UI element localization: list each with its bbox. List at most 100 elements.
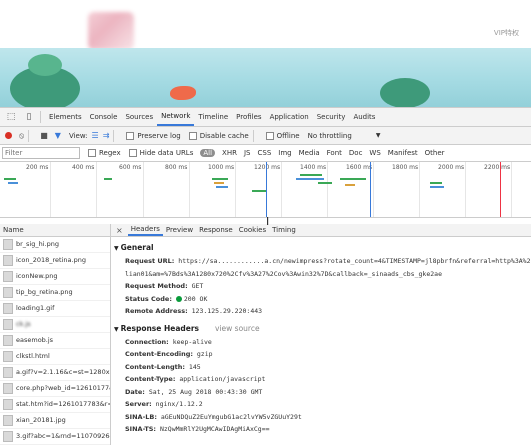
text-cursor-icon: I xyxy=(266,215,270,228)
request-name: icon_2018_retina.png xyxy=(16,256,86,264)
file-icon xyxy=(3,303,13,314)
header-key: Date: xyxy=(125,387,145,396)
request-name: loading1.gif xyxy=(16,304,55,312)
request-row[interactable]: iconNew.png xyxy=(0,269,110,285)
request-row[interactable]: 3.gif?abc=1&rnd=1107092649 xyxy=(0,429,110,445)
divider xyxy=(40,111,41,123)
network-overview-timeline[interactable]: 200 ms 400 ms 600 ms 800 ms 1000 ms 1200… xyxy=(0,162,531,218)
checkbox-icon xyxy=(128,149,137,157)
tab-cookies[interactable]: Cookies xyxy=(236,226,269,234)
inspect-icon[interactable]: ⬚ xyxy=(4,110,18,124)
filter-type-ws[interactable]: WS xyxy=(369,149,380,157)
tab-headers[interactable]: Headers xyxy=(127,224,163,236)
response-headers-section-header[interactable]: ▼ Response Headers view source xyxy=(114,324,531,333)
request-row[interactable]: easemob.js xyxy=(0,333,110,349)
preserve-log-checkbox[interactable]: Preserve log xyxy=(126,131,181,140)
filter-type-doc[interactable]: Doc xyxy=(349,149,363,157)
filter-type-manifest[interactable]: Manifest xyxy=(388,149,418,157)
request-name: stat.htm?id=1261017783&r=... xyxy=(16,400,110,408)
camera-icon[interactable]: ■ xyxy=(40,131,48,140)
waterfall-bar xyxy=(318,182,332,184)
request-url-value-1: https://sa............a.cn/newimpress?ro… xyxy=(178,257,531,265)
vip-link[interactable]: VIP特权 xyxy=(494,28,519,38)
request-name: iconNew.png xyxy=(16,272,58,280)
tab-network[interactable]: Network xyxy=(157,108,195,126)
timeline-tick-label: 2200 ms xyxy=(484,164,511,171)
timeline-tick-label: 2000 ms xyxy=(438,164,465,171)
filter-type-css[interactable]: CSS xyxy=(258,149,272,157)
waterfall-bar xyxy=(214,182,224,184)
tab-console[interactable]: Console xyxy=(86,108,122,126)
status-dot-icon xyxy=(175,295,182,302)
name-column-header[interactable]: Name xyxy=(0,224,110,237)
request-row[interactable]: stat.htm?id=1261017783&r=... xyxy=(0,397,110,413)
tab-timeline[interactable]: Timeline xyxy=(194,108,232,126)
tab-timing[interactable]: Timing xyxy=(269,226,299,234)
filter-type-other[interactable]: Other xyxy=(425,149,445,157)
timeline-tick-label: 1600 ms xyxy=(346,164,373,171)
lotus-leaf-3 xyxy=(380,78,430,107)
tab-profiles[interactable]: Profiles xyxy=(232,108,265,126)
request-method-row: Request Method: GET xyxy=(125,280,531,293)
request-name: 3.gif?abc=1&rnd=1107092649 xyxy=(16,432,110,440)
request-row[interactable]: a.gif?v=2.1.16&c=st=1280x7... xyxy=(0,365,110,381)
filter-icon[interactable]: ▼ xyxy=(55,131,61,140)
request-row[interactable]: icon_2018_retina.png xyxy=(0,253,110,269)
file-icon xyxy=(3,415,13,426)
throttling-select[interactable]: No throttling ▼ xyxy=(308,132,381,140)
header-value: Sat, 25 Aug 2018 00:43:30 GMT xyxy=(148,387,263,396)
tab-sources[interactable]: Sources xyxy=(121,108,157,126)
divider xyxy=(252,129,254,142)
tab-elements[interactable]: Elements xyxy=(45,108,86,126)
tab-response[interactable]: Response xyxy=(196,226,236,234)
request-row[interactable]: tip_bg_retina.png xyxy=(0,285,110,301)
clear-icon[interactable]: ⦸ xyxy=(19,131,24,141)
response-header-row: Content-Type: application/javascript xyxy=(125,373,531,386)
waterfall-bar xyxy=(345,184,355,186)
hide-data-urls-checkbox[interactable]: Hide data URLs xyxy=(128,149,193,157)
status-code-row: Status Code: 200 OK xyxy=(125,293,531,306)
file-icon xyxy=(3,239,13,250)
request-row[interactable]: loading1.gif xyxy=(0,301,110,317)
offline-checkbox[interactable]: Offline xyxy=(265,131,300,140)
regex-checkbox[interactable]: Regex xyxy=(88,149,121,157)
tab-audits[interactable]: Audits xyxy=(349,108,379,126)
filter-type-media[interactable]: Media xyxy=(299,149,320,157)
disable-cache-checkbox[interactable]: Disable cache xyxy=(188,131,249,140)
request-row[interactable]: br_sig_hi.png xyxy=(0,237,110,253)
general-section-header[interactable]: ▼ General xyxy=(114,243,531,252)
header-value: nginx/1.12.2 xyxy=(155,400,203,408)
tab-preview[interactable]: Preview xyxy=(163,226,196,234)
filter-type-font[interactable]: Font xyxy=(327,149,342,157)
tab-security[interactable]: Security xyxy=(313,108,350,126)
request-row[interactable]: core.php?web_id=12610177&... xyxy=(0,381,110,397)
record-icon[interactable] xyxy=(5,132,12,139)
response-header-row: SINA-TS: NzQwMmRlY2UgMCAwIDAgMiAxCg== xyxy=(125,423,531,436)
file-icon xyxy=(3,399,13,410)
large-rows-icon[interactable]: ☰ xyxy=(92,131,99,140)
tab-application[interactable]: Application xyxy=(266,108,313,126)
request-row[interactable]: clkstl.html xyxy=(0,349,110,365)
overview-icon[interactable]: ⇉ xyxy=(103,131,110,140)
timeline-gridline xyxy=(465,162,466,217)
request-row[interactable]: ck.js xyxy=(0,317,110,333)
filter-type-all[interactable]: All xyxy=(200,149,216,157)
filter-type-img[interactable]: Img xyxy=(278,149,291,157)
filter-type-xhr[interactable]: XHR xyxy=(222,149,237,157)
request-row[interactable]: xian_20181.jpg xyxy=(0,413,110,429)
request-name: core.php?web_id=12610177&... xyxy=(16,384,110,392)
timeline-gridline xyxy=(373,162,374,217)
device-toolbar-icon[interactable]: ▯ xyxy=(22,110,36,124)
view-source-link[interactable]: view source xyxy=(215,324,260,333)
filter-input[interactable] xyxy=(2,147,80,159)
file-icon xyxy=(3,383,13,394)
waterfall-bar xyxy=(212,178,228,180)
remote-address-key: Remote Address: xyxy=(125,307,188,315)
close-icon[interactable]: × xyxy=(111,226,128,235)
timeline-tick-label: 1400 ms xyxy=(300,164,327,171)
filter-type-js[interactable]: JS xyxy=(244,149,251,157)
request-url-row-cont: lian01&am=%7Bds%3A1280x720%2Cfv%3A27%2Co… xyxy=(125,268,531,281)
divider xyxy=(113,129,115,142)
regex-label: Regex xyxy=(99,149,121,157)
header-key: SINA-LB: xyxy=(125,412,157,421)
